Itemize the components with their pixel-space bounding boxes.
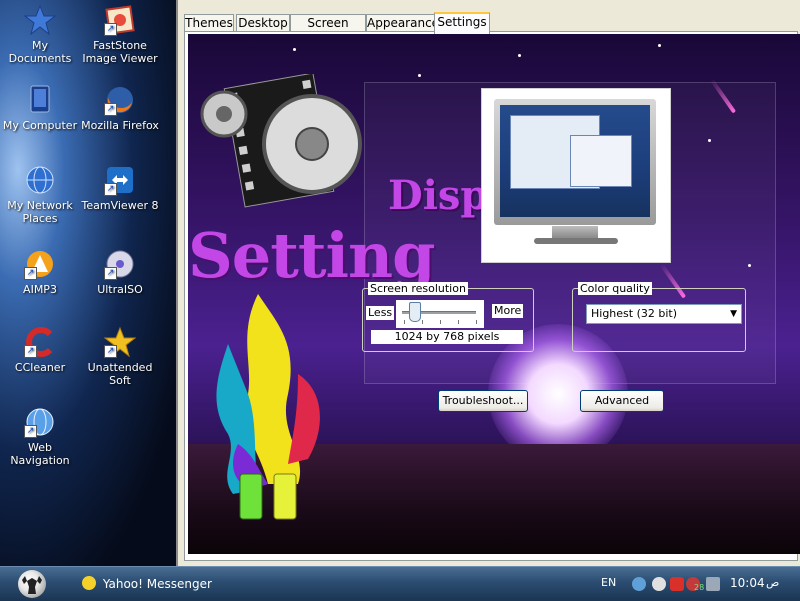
smiley-icon xyxy=(82,576,96,590)
shortcut-arrow-icon: ↗ xyxy=(104,23,117,36)
resolution-slider[interactable] xyxy=(396,300,484,328)
desktop-icon-label: UltraISO xyxy=(97,283,143,296)
desktop-icon-label: Unattended Soft xyxy=(87,361,153,387)
image-viewer-icon: ↗ xyxy=(104,4,136,36)
clock[interactable]: 10:04 xyxy=(730,576,765,590)
slider-thumb[interactable] xyxy=(409,302,421,322)
desktop-icon-label: My Network Places xyxy=(7,199,73,225)
desktop-icon-label: Web Navigation xyxy=(10,441,70,467)
tray-badge: 28 xyxy=(694,583,705,592)
shortcut-arrow-icon: ↗ xyxy=(104,103,117,116)
globe-icon xyxy=(24,164,56,196)
shortcut-arrow-icon: ↗ xyxy=(104,183,117,196)
ccleaner-icon: ↗ xyxy=(24,326,56,358)
monitor-preview xyxy=(481,88,671,263)
desktop-icon-label: My Computer xyxy=(2,119,78,132)
desktop-icon-label: My Documents xyxy=(8,39,72,65)
shortcut-arrow-icon: ↗ xyxy=(24,425,37,438)
desktop-icon-faststone[interactable]: ↗ FastStone Image Viewer xyxy=(80,4,160,65)
color-quality-label: Color quality xyxy=(578,282,652,295)
slider-tick xyxy=(440,320,441,324)
slider-tick xyxy=(458,320,459,324)
desktop-icon-label: Mozilla Firefox xyxy=(81,119,159,132)
desktop-icon-label: FastStone Image Viewer xyxy=(82,39,158,65)
color-quality-select[interactable]: Highest (32 bit) ▼ xyxy=(586,304,742,324)
system-tray: EN 28 10:04 ص xyxy=(594,567,800,601)
desktop-icon-my-network-places[interactable]: My Network Places xyxy=(0,164,80,225)
resolution-less-label: Less xyxy=(366,306,395,320)
tab-settings[interactable]: Settings xyxy=(434,12,490,34)
monitor-stand xyxy=(552,226,598,238)
star-icon xyxy=(23,4,57,36)
troubleshoot-button[interactable]: Troubleshoot... xyxy=(438,390,528,412)
star-decoration xyxy=(293,48,296,51)
screen-resolution-label: Screen resolution xyxy=(368,282,468,295)
monitor-base xyxy=(534,238,618,244)
language-indicator[interactable]: EN xyxy=(601,576,616,589)
slider-tick xyxy=(476,320,477,324)
monitor-screen xyxy=(500,105,650,217)
dropdown-arrow-icon[interactable]: ▼ xyxy=(730,305,737,323)
desktop-icon-firefox[interactable]: ↗ Mozilla Firefox xyxy=(80,84,160,132)
desktop-icon-teamviewer[interactable]: ↗ TeamViewer 8 xyxy=(80,164,160,212)
tab-desktop[interactable]: Desktop xyxy=(236,14,290,32)
slider-tick xyxy=(422,320,423,324)
start-button[interactable] xyxy=(18,570,46,598)
desktop-icon-label: CCleaner xyxy=(14,361,66,374)
globe-icon: ↗ xyxy=(24,406,56,438)
color-quality-value: Highest (32 bit) xyxy=(591,307,678,320)
shortcut-arrow-icon: ↗ xyxy=(24,345,37,358)
monitor-bezel xyxy=(494,99,656,225)
desktop-icon-label: TeamViewer 8 xyxy=(81,199,159,212)
shortcut-arrow-icon: ↗ xyxy=(104,267,117,280)
advanced-button[interactable]: Advanced xyxy=(580,390,664,412)
resolution-value: 1024 by 768 pixels xyxy=(371,330,523,344)
tab-screen-saver[interactable]: Screen Saver xyxy=(290,14,366,47)
taskbar: Yahoo! Messenger EN 28 10:04 ص xyxy=(0,566,800,601)
shortcut-arrow-icon: ↗ xyxy=(24,267,37,280)
resolution-more-label: More xyxy=(492,304,524,318)
clock-ampm: ص xyxy=(766,576,780,589)
teamviewer-icon: ↗ xyxy=(104,164,136,196)
desktop-icon-unattended-soft[interactable]: ↗ Unattended Soft xyxy=(80,326,160,387)
soccer-ball-icon xyxy=(22,576,42,594)
shortcut-arrow-icon: ↗ xyxy=(104,345,117,358)
computer-icon xyxy=(24,84,56,116)
star-decoration xyxy=(418,74,421,77)
tab-appearance[interactable]: Appearance xyxy=(366,14,439,32)
paint-splash-icon xyxy=(216,294,320,520)
desktop: My Documents My Computer My Network Plac… xyxy=(0,0,180,566)
desktop-icon-my-documents[interactable]: My Documents xyxy=(0,4,80,65)
antivirus-shield-icon[interactable] xyxy=(670,577,684,591)
desktop-icon-aimp3[interactable]: ↗ AIMP3 xyxy=(0,248,80,296)
desktop-icon-label: AIMP3 xyxy=(23,283,57,296)
star-icon: ↗ xyxy=(103,326,137,358)
preview-window xyxy=(570,135,632,187)
tab-themes[interactable]: Themes xyxy=(184,14,234,32)
gears-film-icon xyxy=(200,74,362,208)
star-decoration xyxy=(518,54,521,57)
volume-icon[interactable] xyxy=(706,577,720,591)
disc-icon: ↗ xyxy=(104,248,136,280)
messenger-status-icon[interactable] xyxy=(652,577,666,591)
desktop-icon-ultraiso[interactable]: ↗ UltraISO xyxy=(80,248,160,296)
taskbar-item-yahoo-messenger[interactable]: Yahoo! Messenger xyxy=(82,576,212,591)
desktop-icon-ccleaner[interactable]: ↗ CCleaner xyxy=(0,326,80,374)
desktop-icon-web-navigation[interactable]: ↗ Web Navigation xyxy=(0,406,80,467)
desktop-icon-my-computer[interactable]: My Computer xyxy=(0,84,80,132)
star-decoration xyxy=(658,44,661,47)
aimp-icon: ↗ xyxy=(24,248,56,280)
firefox-icon: ↗ xyxy=(104,84,136,116)
slider-tick xyxy=(404,320,405,324)
taskbar-item-label: Yahoo! Messenger xyxy=(102,577,212,591)
network-icon[interactable] xyxy=(632,577,646,591)
